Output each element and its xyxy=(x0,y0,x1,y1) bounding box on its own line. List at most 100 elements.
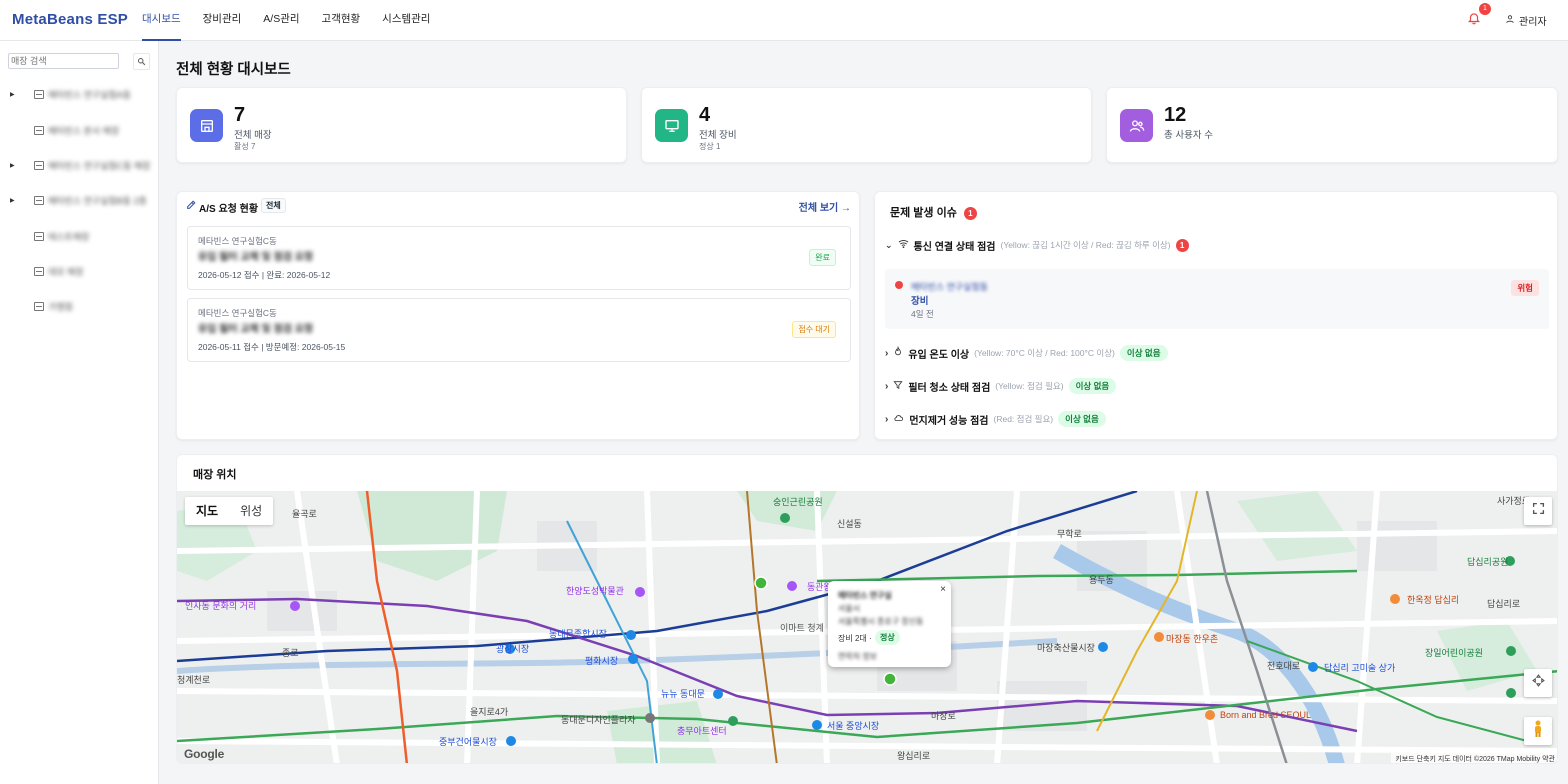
map-place-label[interactable]: 숭인근린공원 xyxy=(773,495,823,508)
map-place-label[interactable]: 청계천로 xyxy=(177,673,210,686)
fullscreen-button[interactable] xyxy=(1524,497,1552,525)
brand-logo[interactable]: MetaBeans ESP xyxy=(12,11,128,28)
sidebar-store-label: 메타빈스 연구실험A동 xyxy=(48,89,132,100)
map-place-label[interactable]: 서울 중앙시장 xyxy=(827,719,879,732)
bell-icon[interactable] xyxy=(1467,11,1481,25)
camera-control-button[interactable] xyxy=(1524,669,1552,697)
main-nav: 대시보드 장비관리 A/S관리 고객현황 시스템관리 xyxy=(142,0,452,41)
sidebar-store-item[interactable]: 테스트매장 xyxy=(0,229,158,243)
map-place-label[interactable]: 이마트 청계 xyxy=(780,621,824,634)
issue-hint: (Yellow: 끊김 1시간 이상 / Red: 끊김 하루 이상) xyxy=(1000,240,1171,250)
map-place-label[interactable]: 마장동 한우촌 xyxy=(1166,632,1218,645)
issue-name: 필터 청소 상태 점검 xyxy=(908,382,991,394)
map-place-label[interactable]: 무학로 xyxy=(1057,527,1082,540)
map-type-map[interactable]: 지도 xyxy=(185,497,229,525)
nav-system[interactable]: 시스템관리 xyxy=(382,0,430,41)
status-badge: 접수 대기 xyxy=(792,321,836,338)
sidebar-store-item[interactable]: 데모 매장 xyxy=(0,264,158,278)
chevron-right-icon[interactable]: ▶ xyxy=(10,197,15,204)
map-place-label[interactable]: 뉴뉴 동대문 xyxy=(661,687,705,700)
issue-category-filter[interactable]: › 필터 청소 상태 점검 (Yellow: 점검 필요) 이상 없음 xyxy=(885,378,1117,394)
map-place-label[interactable]: 답십리공원 xyxy=(1467,555,1508,568)
store-icon xyxy=(34,266,44,276)
map-place-label[interactable]: 신설동 xyxy=(837,517,862,530)
as-panel-title: A/S 요청 현황 xyxy=(199,204,259,215)
notification-badge: 1 xyxy=(1479,3,1491,15)
stat-value: 12 xyxy=(1164,104,1187,126)
map-place-label[interactable]: 한양도성박물관 xyxy=(566,584,624,597)
user-icon xyxy=(1505,14,1515,27)
map-type-satellite[interactable]: 위성 xyxy=(229,497,273,525)
map-place-label[interactable]: 동대문종합시장 xyxy=(549,627,607,640)
issues-count-badge: 1 xyxy=(963,207,977,220)
sidebar-store-item[interactable]: 메타빈스 본사 매장 xyxy=(0,123,158,137)
ok-badge: 이상 없음 xyxy=(1119,345,1168,361)
nav-equipment[interactable]: 장비관리 xyxy=(203,0,242,41)
map-place-label[interactable]: 평화시장 xyxy=(585,654,618,667)
map-canvas[interactable]: 인사동 문화의 거리 광장시장 평화시장 동대문종합시장 한양도성박물관 동관왕묘 숭인근린… xyxy=(177,491,1557,763)
users-icon xyxy=(1120,109,1153,142)
map-place-label[interactable]: 천호대로 xyxy=(1267,659,1300,672)
issues-title-text: 문제 발생 이슈 xyxy=(890,207,957,219)
issue-name: 통신 연결 상태 점검 xyxy=(913,241,996,253)
as-request-item[interactable]: 메타빈스 연구실험C동 유입 필터 교체 및 점검 요청 2026-05-11 … xyxy=(187,298,851,362)
map-place-label[interactable]: 왕십리로 xyxy=(897,749,930,762)
store-info-popup[interactable]: × 메타빈스 연구실 서울시 서울특별시 종로구 창신동 장비 2대 · 정상 … xyxy=(828,581,951,667)
sidebar-store-label: 테스트매장 xyxy=(48,231,90,242)
map-attribution[interactable]: 키보드 단축키 지도 데이터 ©2026 TMap Mobility 약관 xyxy=(1391,753,1557,763)
search-button[interactable] xyxy=(133,53,150,70)
map-place-label[interactable]: 답십리 고미술 상가 xyxy=(1324,661,1395,674)
sidebar-store-item[interactable]: 가맹점 xyxy=(0,299,158,313)
store-search-input[interactable] xyxy=(8,53,119,69)
map-place-label[interactable]: 광장시장 xyxy=(496,642,529,655)
map-place-label[interactable]: 충무아트센터 xyxy=(677,724,727,737)
map-place-label[interactable]: 용두동 xyxy=(1089,573,1114,586)
alert-time: 4일 전 xyxy=(911,309,934,319)
view-all-link[interactable]: 전체 보기 → xyxy=(799,199,851,214)
pegman-icon xyxy=(1532,720,1544,743)
popup-region: 서울시 xyxy=(838,604,861,613)
close-icon[interactable]: × xyxy=(940,584,946,595)
map-place-label[interactable]: 을지로4가 xyxy=(470,705,508,718)
stat-card-devices: 4 전체 장비 정상 1 xyxy=(641,87,1092,163)
map-place-label[interactable]: 종로 xyxy=(282,646,299,659)
map-place-label[interactable]: 장일어린이공원 xyxy=(1425,646,1483,659)
chevron-right-icon[interactable]: ▶ xyxy=(10,162,15,169)
map-place-label[interactable]: 한옥정 답십리 xyxy=(1407,593,1459,606)
map-place-label[interactable]: 마장로 xyxy=(931,709,956,722)
map-place-label[interactable]: 중부건어물시장 xyxy=(439,735,497,748)
user-menu[interactable]: 관리자 xyxy=(1505,13,1547,28)
nav-dashboard[interactable]: 대시보드 xyxy=(142,0,181,41)
alert-item[interactable]: 메타빈스 연구실험동 장비 4일 전 위험 xyxy=(885,269,1549,329)
google-logo: Google xyxy=(184,747,225,761)
sidebar: ▶ 메타빈스 연구실험A동메타빈스 본사 매장 ▶ 메타빈스 연구실험C동 매장 ▶ 메타… xyxy=(0,41,159,784)
map-place-label[interactable]: 답십리로 xyxy=(1487,597,1520,610)
map-place-label[interactable]: 율곡로 xyxy=(292,507,317,520)
map-place-label[interactable]: Born and Bred SEOUL xyxy=(1220,710,1311,720)
popup-store-name: 메타빈스 연구실 xyxy=(838,591,892,600)
as-request-item[interactable]: 메타빈스 연구실험C동 유입 필터 교체 및 점검 요청 2026-05-12 … xyxy=(187,226,851,290)
sidebar-store-label: 가맹점 xyxy=(48,301,73,312)
alert-type: 장비 xyxy=(911,296,929,307)
sidebar-store-item[interactable]: ▶ 메타빈스 연구실험A동 xyxy=(0,87,158,101)
sidebar-store-item[interactable]: ▶ 메타빈스 연구실험B동 2층 xyxy=(0,193,158,207)
store-icon xyxy=(34,160,44,170)
map-type-toggle: 지도 위성 xyxy=(185,497,274,525)
issue-category-dust[interactable]: › 먼지제거 성능 점검 (Red: 점검 필요) 이상 없음 xyxy=(885,411,1106,427)
map-place-label[interactable]: 마장축산물시장 xyxy=(1037,641,1095,654)
stat-sub: 활성 7 xyxy=(234,142,256,151)
alert-store-name[interactable]: 메타빈스 연구실험동 xyxy=(911,280,988,293)
map-place-label[interactable]: 인사동 문화의 거리 xyxy=(185,599,256,612)
nav-customers[interactable]: 고객현황 xyxy=(322,0,361,41)
issue-category-connection[interactable]: ⌄ 통신 연결 상태 점검 (Yellow: 끊김 1시간 이상 / Red: … xyxy=(885,237,1189,253)
as-filter-tag[interactable]: 전체 xyxy=(261,198,286,213)
store-icon xyxy=(34,231,44,241)
wifi-icon xyxy=(898,238,909,252)
street-view-pegman-button[interactable] xyxy=(1524,717,1552,745)
issue-hint: (Yellow: 점검 필요) xyxy=(995,381,1064,391)
map-place-label[interactable]: 동대문디자인플라자 xyxy=(561,713,636,726)
nav-as[interactable]: A/S관리 xyxy=(263,0,299,41)
sidebar-store-item[interactable]: ▶ 메타빈스 연구실험C동 매장 xyxy=(0,158,158,172)
chevron-right-icon[interactable]: ▶ xyxy=(10,91,15,98)
issue-category-temperature[interactable]: › 유입 온도 이상 (Yellow: 70°C 이상 / Red: 100°C… xyxy=(885,345,1168,361)
